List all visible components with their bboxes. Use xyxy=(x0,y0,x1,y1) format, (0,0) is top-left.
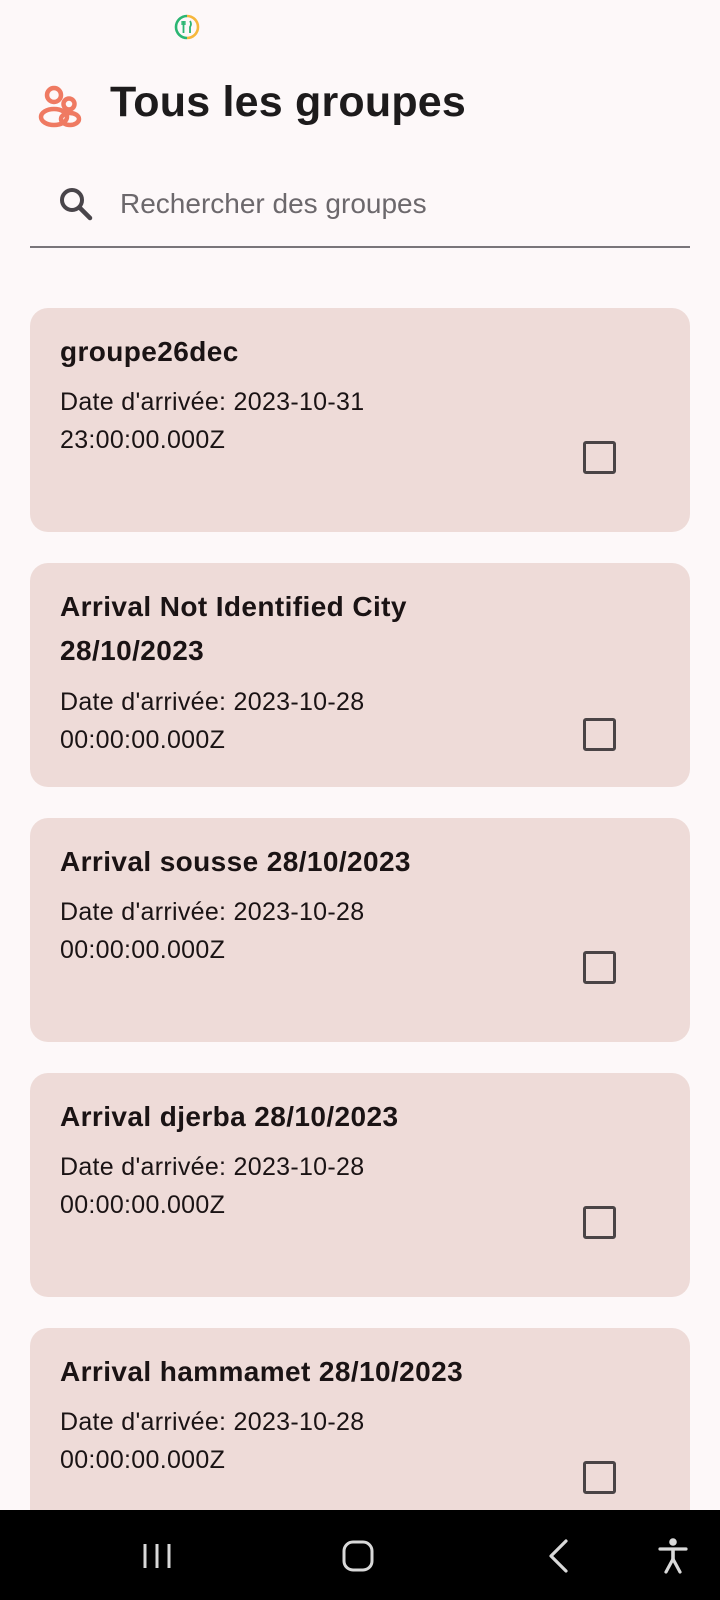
app-notification-icon xyxy=(174,14,200,40)
group-name: Arrival Not Identified City 28/10/2023 xyxy=(60,591,407,666)
group-select-checkbox[interactable] xyxy=(583,718,616,751)
group-name: Arrival djerba 28/10/2023 xyxy=(60,1101,399,1132)
search-bar[interactable] xyxy=(30,164,690,248)
arrival-date: Date d'arrivée: 2023-10-28 00:00:00.000Z xyxy=(60,893,420,969)
group-name: Arrival hammamet 28/10/2023 xyxy=(60,1356,464,1387)
arrival-time-line: 00:00:00.000Z xyxy=(60,726,226,754)
arrival-time-line: 00:00:00.000Z xyxy=(60,1191,226,1219)
arrival-time-line: 00:00:00.000Z xyxy=(60,1446,226,1474)
page-title: Tous les groupes xyxy=(110,78,467,126)
search-input[interactable] xyxy=(120,178,660,230)
arrival-date: Date d'arrivée: 2023-10-28 00:00:00.000Z xyxy=(60,683,420,759)
group-select-checkbox[interactable] xyxy=(583,951,616,984)
arrival-date-line: Date d'arrivée: 2023-10-28 xyxy=(60,1153,365,1181)
group-card[interactable]: Arrival djerba 28/10/2023 Date d'arrivée… xyxy=(30,1073,690,1297)
group-name: groupe26dec xyxy=(60,336,239,367)
arrival-date-line: Date d'arrivée: 2023-10-28 xyxy=(60,1408,365,1436)
groups-icon xyxy=(38,85,82,128)
recent-apps-icon[interactable] xyxy=(133,1532,181,1580)
arrival-date-line: Date d'arrivée: 2023-10-31 xyxy=(60,388,365,416)
arrival-date: Date d'arrivée: 2023-10-28 00:00:00.000Z xyxy=(60,1148,420,1224)
group-card[interactable]: Arrival Not Identified City 28/10/2023 D… xyxy=(30,563,690,787)
system-nav-bar xyxy=(0,1510,720,1600)
group-select-checkbox[interactable] xyxy=(583,441,616,474)
group-select-checkbox[interactable] xyxy=(583,1461,616,1494)
group-name: Arrival sousse 28/10/2023 xyxy=(60,846,411,877)
arrival-date: Date d'arrivée: 2023-10-28 00:00:00.000Z xyxy=(60,1403,420,1479)
group-card[interactable]: groupe26dec Date d'arrivée: 2023-10-31 2… xyxy=(30,308,690,532)
arrival-date-line: Date d'arrivée: 2023-10-28 xyxy=(60,898,365,926)
accessibility-icon[interactable] xyxy=(649,1532,697,1580)
arrival-date: Date d'arrivée: 2023-10-31 23:00:00.000Z xyxy=(60,383,420,459)
arrival-time-line: 00:00:00.000Z xyxy=(60,936,226,964)
back-icon[interactable] xyxy=(536,1532,584,1580)
status-bar xyxy=(0,0,720,52)
group-card[interactable]: Arrival sousse 28/10/2023 Date d'arrivée… xyxy=(30,818,690,1042)
arrival-date-line: Date d'arrivée: 2023-10-28 xyxy=(60,688,365,716)
search-icon xyxy=(60,188,93,221)
group-select-checkbox[interactable] xyxy=(583,1206,616,1239)
arrival-time-line: 23:00:00.000Z xyxy=(60,426,226,454)
home-icon[interactable] xyxy=(334,1532,382,1580)
app-bar: Tous les groupes xyxy=(0,70,720,142)
